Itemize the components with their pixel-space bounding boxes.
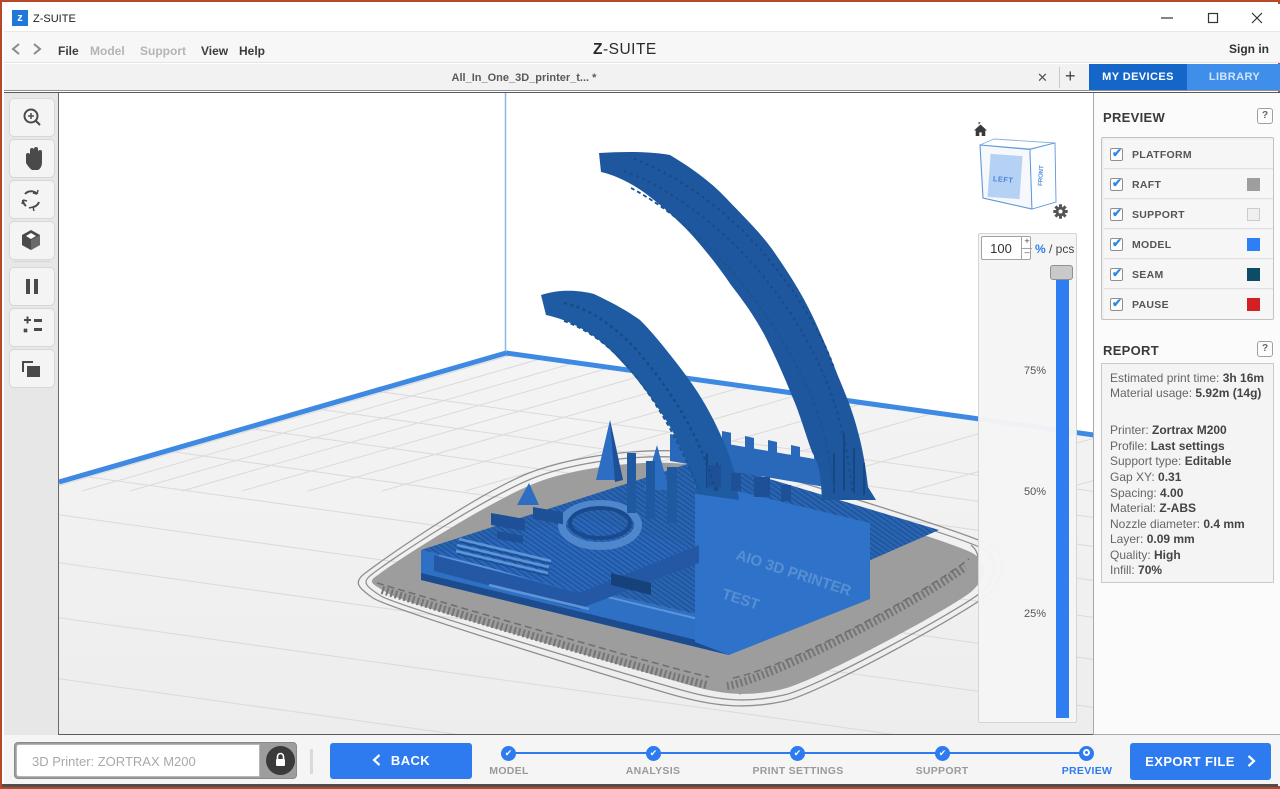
svg-text:FRONT: FRONT (1037, 165, 1045, 186)
svg-text:LEFT: LEFT (993, 174, 1014, 185)
